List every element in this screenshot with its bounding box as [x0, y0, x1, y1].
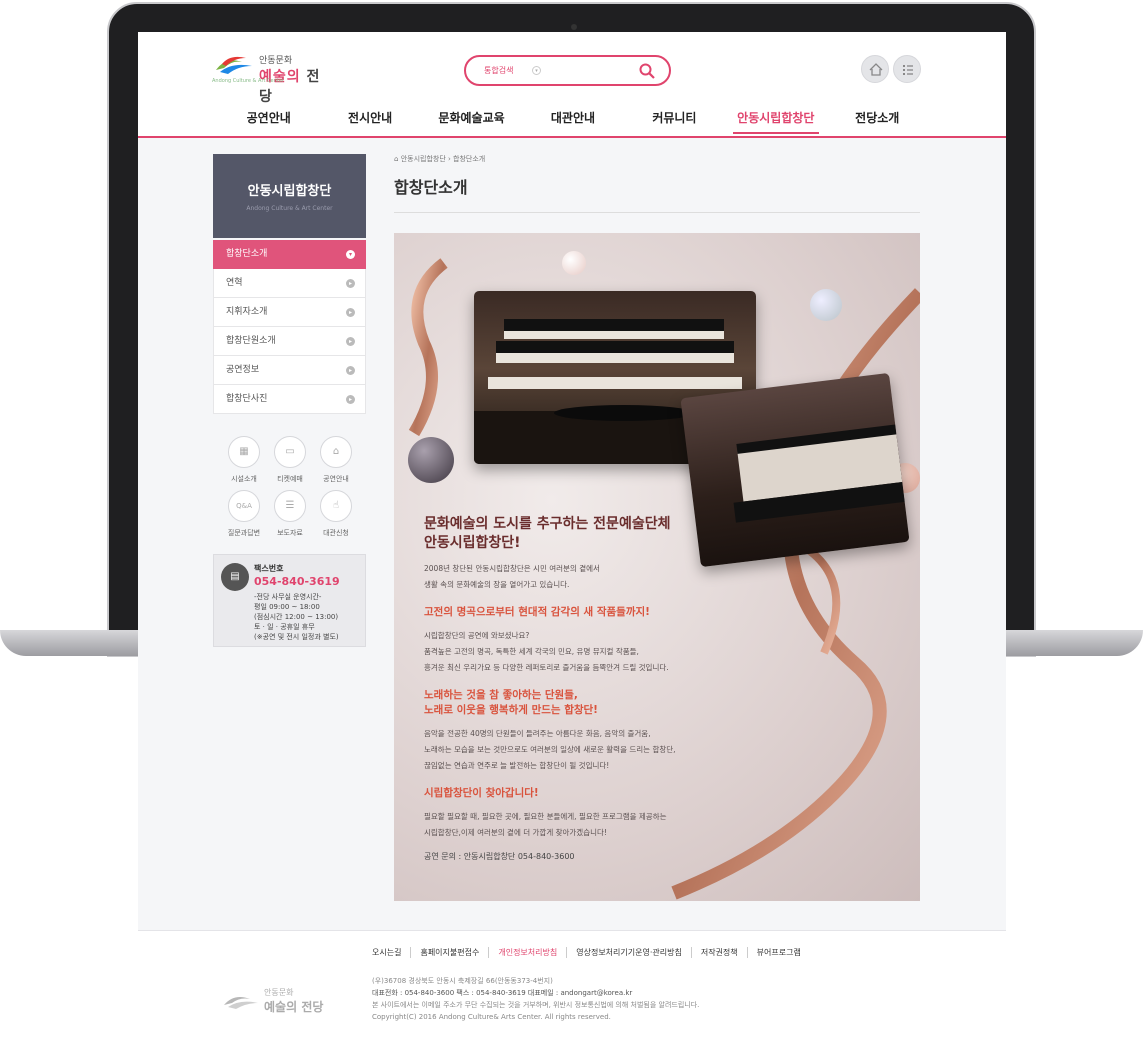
- ticket-icon: ▭: [274, 436, 306, 468]
- footer-link-complaints[interactable]: 홈페이지불편접수: [410, 947, 488, 958]
- home-icon[interactable]: ⌂: [394, 155, 398, 163]
- fax-number: 054-840-3619: [254, 575, 340, 588]
- quick-link-ticket[interactable]: ▭ 티켓예매: [267, 436, 313, 486]
- poster-headline: 문화예술의 도시를 추구하는 전문예술단체 안동시립합창단!: [424, 516, 671, 551]
- sitemap-icon: [903, 65, 913, 75]
- site-logo[interactable]: 안동문화 예술의 전당 Andong Culture & Art Center: [212, 50, 332, 105]
- sidebar-item-photos[interactable]: 합창단사진 ▸: [213, 385, 366, 414]
- poster-section2-body: 음악을 전공한 40명의 단원들이 들려주는 아름다운 화음, 음악의 즐거움,…: [424, 729, 676, 770]
- footer-notice: 본 사이트에서는 이메일 주소가 무단 수집되는 것을 거부하며, 위반시 정보…: [372, 1001, 700, 1009]
- spotlight-icon: ⌂: [320, 436, 352, 468]
- sitemap-button[interactable]: [893, 55, 921, 83]
- office-hours: -전당 사무실 운영시간- 평일 09:00 ~ 18:00 (점심시간 12:…: [254, 593, 339, 641]
- document-icon: ☰: [274, 490, 306, 522]
- breadcrumb-current: 합창단소개: [453, 155, 486, 163]
- sidebar-title-box: 안동시립합창단 Andong Culture & Art Center: [213, 154, 366, 238]
- fax-title: 팩스번호: [254, 564, 284, 573]
- search-scope-label[interactable]: 통합검색: [484, 65, 513, 76]
- footer-link-cctv-policy[interactable]: 영상정보처리기기운영·관리방침: [566, 947, 691, 958]
- sidebar-item-conductor[interactable]: 지휘자소개 ▸: [213, 298, 366, 327]
- site-header: 안동문화 예술의 전당 Andong Culture & Art Center …: [138, 32, 1006, 138]
- footer-contact: 대표전화 : 054-840-3600 팩스 : 054-840-3619 대표…: [372, 989, 633, 997]
- footer-link-privacy[interactable]: 개인정보처리방침: [488, 947, 566, 958]
- logo-text-small: 안동문화: [259, 56, 293, 66]
- home-button[interactable]: [861, 55, 889, 83]
- nav-item-rental[interactable]: 대관안내: [522, 108, 623, 136]
- nav-item-exhibition[interactable]: 전시안내: [319, 108, 420, 136]
- nav-item-education[interactable]: 문화예술교육: [421, 108, 522, 136]
- main-navigation: 공연안내 전시안내 문화예술교육 대관안내 커뮤니티 안동시립합창단 전당소개: [218, 108, 928, 136]
- poster-contact: 공연 문의 : 안동시립합창단 054-840-3600: [424, 852, 575, 861]
- site-footer: 오시는길 홈페이지불편접수 개인정보처리방침 영상정보처리기기운영·관리방침 저…: [138, 930, 1006, 1052]
- quick-link-qa[interactable]: Q&A 질문과답변: [221, 490, 267, 540]
- sidebar-item-history[interactable]: 연혁 ▸: [213, 269, 366, 298]
- sidebar-item-performances[interactable]: 공연정보 ▸: [213, 356, 366, 385]
- chevron-right-icon: ▸: [346, 395, 355, 404]
- nav-item-choir[interactable]: 안동시립합창단: [725, 108, 826, 136]
- chevron-right-icon: ▸: [346, 337, 355, 346]
- quick-link-rental[interactable]: ☝ 대관신청: [313, 490, 359, 540]
- sidebar-subtitle: Andong Culture & Art Center: [246, 205, 333, 212]
- ornament-ball: [562, 251, 586, 275]
- ornament-ball: [810, 289, 842, 321]
- website-screen: 안동문화 예술의 전당 Andong Culture & Art Center …: [138, 32, 1006, 1052]
- poster-section2-heading: 노래하는 것을 참 좋아하는 단원들, 노래로 이웃을 행복하게 만드는 합창단…: [424, 689, 598, 716]
- hand-icon: ☝: [320, 490, 352, 522]
- poster-section3-heading: 시립합창단이 찾아갑니다!: [424, 787, 539, 799]
- poster-section1-heading: 고전의 명곡으로부터 현대적 감각의 새 작품들까지!: [424, 606, 650, 618]
- chevron-right-icon: ▸: [346, 366, 355, 375]
- quick-link-facility[interactable]: ▦ 시설소개: [221, 436, 267, 486]
- ornament-ball: [408, 437, 454, 483]
- quick-links: ▦ 시설소개 ▭ 티켓예매 ⌂ 공연안내 Q&A 질문과답변 ☰ 보도자료 ☝ 대관신청: [213, 436, 366, 540]
- nav-item-performance[interactable]: 공연안내: [218, 108, 319, 136]
- breadcrumb: ⌂ 안동시립합창단 › 합창단소개: [394, 154, 920, 166]
- quick-link-press[interactable]: ☰ 보도자료: [267, 490, 313, 540]
- page-title: 합창단소개: [394, 174, 920, 213]
- footer-links: 오시는길 홈페이지불편접수 개인정보처리방침 영상정보처리기기운영·관리방침 저…: [372, 947, 810, 958]
- poster-intro: 2008년 창단된 안동시립합창단은 시민 여러분의 곁에서 생활 속의 문화예…: [424, 564, 600, 589]
- quick-link-performance[interactable]: ⌂ 공연안내: [313, 436, 359, 486]
- footer-link-directions[interactable]: 오시는길: [372, 947, 410, 958]
- footer-copyright: Copyright(C) 2016 Andong Culture& Arts C…: [372, 1013, 611, 1021]
- logo-text-en: Andong Culture & Art Center: [212, 78, 284, 84]
- logo-mark-icon: [224, 997, 258, 1009]
- sidebar: 안동시립합창단 Andong Culture & Art Center 합창단소…: [213, 154, 366, 647]
- fax-info-box: ▤ 팩스번호 054-840-3619 -전당 사무실 운영시간- 평일 09:…: [213, 554, 366, 647]
- chevron-down-icon[interactable]: ▾: [532, 66, 541, 75]
- poster-text: 문화예술의 도시를 추구하는 전문예술단체 안동시립합창단! 2008년 창단된…: [424, 515, 744, 862]
- chevron-right-icon: ▸: [346, 279, 355, 288]
- qa-icon: Q&A: [228, 490, 260, 522]
- search-icon[interactable]: [639, 63, 655, 79]
- footer-logo: 안동문화 예술의 전당: [220, 987, 340, 1017]
- sidebar-title: 안동시립합창단: [247, 184, 332, 199]
- building-icon: ▦: [228, 436, 260, 468]
- breadcrumb-parent[interactable]: 안동시립합창단: [401, 155, 446, 163]
- fax-icon: ▤: [221, 563, 249, 591]
- main-content: ⌂ 안동시립합창단 › 합창단소개 합창단소개 문화예술의 도시를 추구하는 전…: [394, 154, 920, 901]
- sidebar-menu: 합창단소개 ▾ 연혁 ▸ 지휘자소개 ▸ 합창단원소개 ▸ 공연정보 ▸ 합창단사진 ▸: [213, 240, 366, 414]
- home-icon: [869, 63, 883, 76]
- choir-intro-poster: 문화예술의 도시를 추구하는 전문예술단체 안동시립합창단! 2008년 창단된…: [394, 233, 920, 901]
- search-box[interactable]: 통합검색 ▾: [464, 55, 671, 86]
- footer-info: (우)36708 경상북도 안동시 축제장길 66(안동동373-4번지) 대표…: [372, 975, 699, 1023]
- nav-item-about[interactable]: 전당소개: [827, 108, 928, 136]
- chevron-down-icon: ▾: [346, 250, 355, 259]
- chevron-right-icon: ▸: [346, 308, 355, 317]
- logo-mark-icon: [216, 56, 252, 74]
- poster-section1-body: 시립합창단의 공연에 와보셨나요? 품격높은 고전의 명곡, 독특한 세계 각국…: [424, 631, 669, 672]
- sidebar-item-members[interactable]: 합창단원소개 ▸: [213, 327, 366, 356]
- footer-link-copyright[interactable]: 저작권정책: [690, 947, 747, 958]
- poster-section3-body: 필요할 필요할 때, 필요한 곳에, 필요한 분들에게, 필요한 프로그램을 제…: [424, 812, 667, 837]
- footer-address: (우)36708 경상북도 안동시 축제장길 66(안동동373-4번지): [372, 977, 553, 985]
- sidebar-item-intro[interactable]: 합창단소개 ▾: [213, 240, 366, 269]
- camera-dot: [571, 24, 577, 30]
- nav-item-community[interactable]: 커뮤니티: [624, 108, 725, 136]
- footer-link-viewer[interactable]: 뷰어프로그램: [746, 947, 810, 958]
- logo-text-main: 예술의 전당: [259, 69, 321, 105]
